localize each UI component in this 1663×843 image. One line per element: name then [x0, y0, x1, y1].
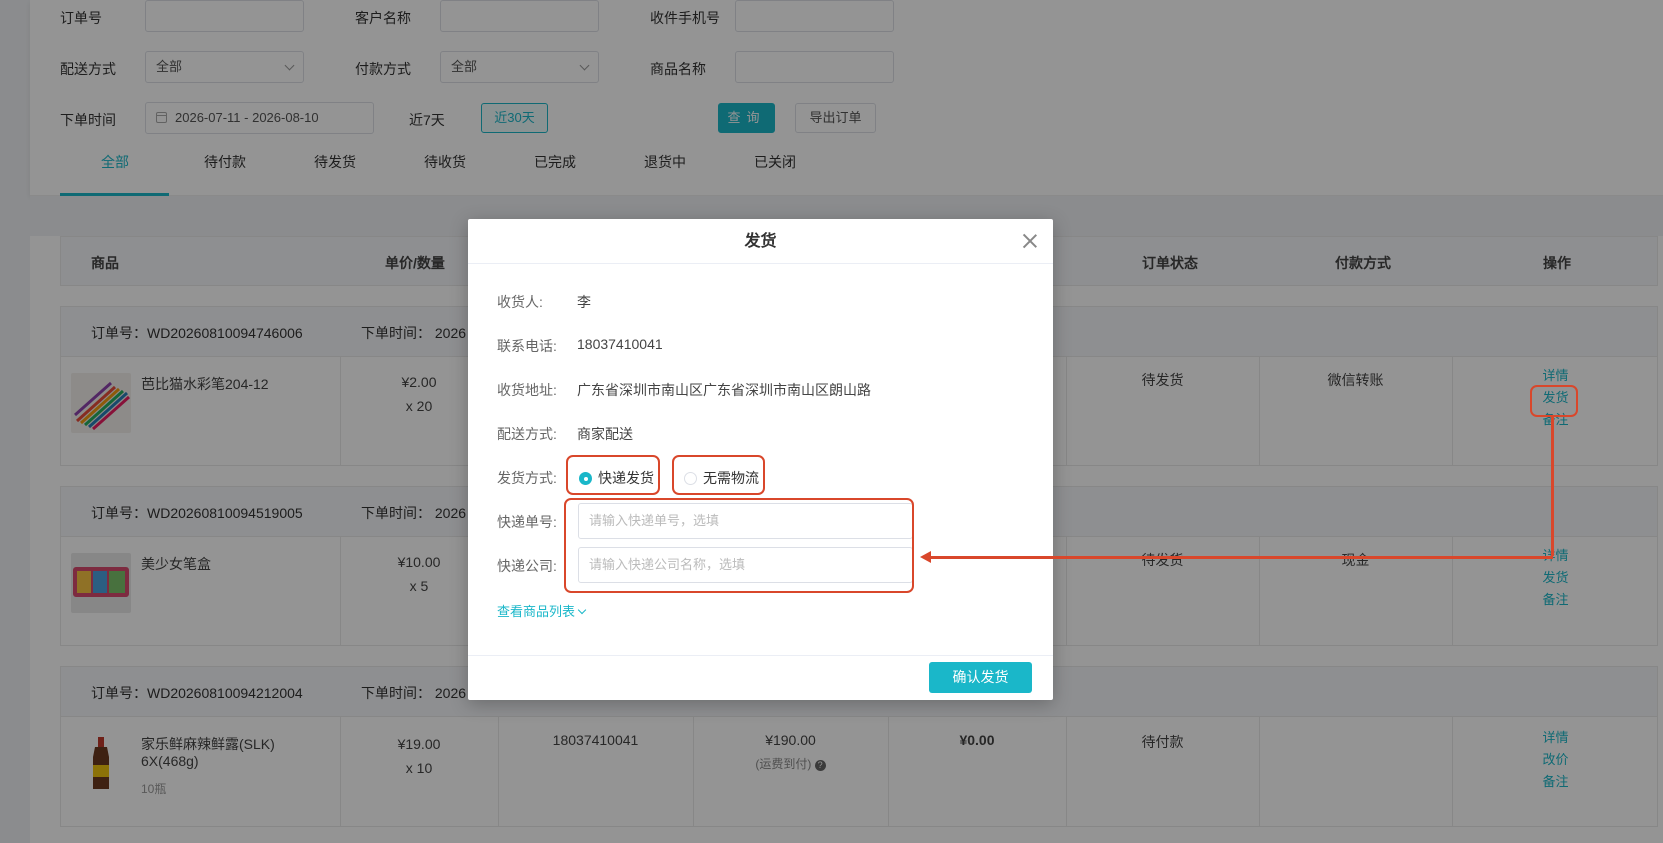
- annotation-arrow-icon: [920, 551, 931, 563]
- address-label: 收货地址:: [497, 382, 557, 398]
- confirm-ship-button[interactable]: 确认发货: [929, 662, 1032, 693]
- view-products-label: 查看商品列表: [497, 604, 576, 619]
- annotation-tracking-fields: [564, 498, 914, 593]
- delivery-value: 商家配送: [577, 426, 633, 442]
- chevron-down-icon: [577, 605, 587, 615]
- annotation-express-radio: [566, 455, 660, 495]
- annotation-connector-horizontal: [926, 556, 1553, 559]
- address-value: 广东省深圳市南山区广东省深圳市南山区朗山路: [577, 382, 871, 398]
- phone-value: 18037410041: [577, 336, 663, 352]
- annotation-ship-link: [1530, 385, 1578, 417]
- receiver-value: 李: [577, 294, 591, 310]
- tracking-label: 快递单号:: [497, 514, 557, 530]
- delivery-label: 配送方式:: [497, 426, 557, 442]
- company-label: 快递公司:: [497, 558, 557, 574]
- phone-label: 联系电话:: [497, 338, 557, 354]
- receiver-label: 收货人:: [497, 294, 543, 310]
- dialog-footer-divider: [468, 655, 1053, 656]
- ship-method-label: 发货方式:: [497, 470, 557, 486]
- annotation-connector-vertical: [1551, 417, 1554, 556]
- dialog-title: 发货: [468, 219, 1053, 264]
- view-products-link[interactable]: 查看商品列表: [497, 601, 587, 620]
- close-icon[interactable]: [1023, 234, 1037, 248]
- annotation-no-logistics-radio: [672, 455, 765, 495]
